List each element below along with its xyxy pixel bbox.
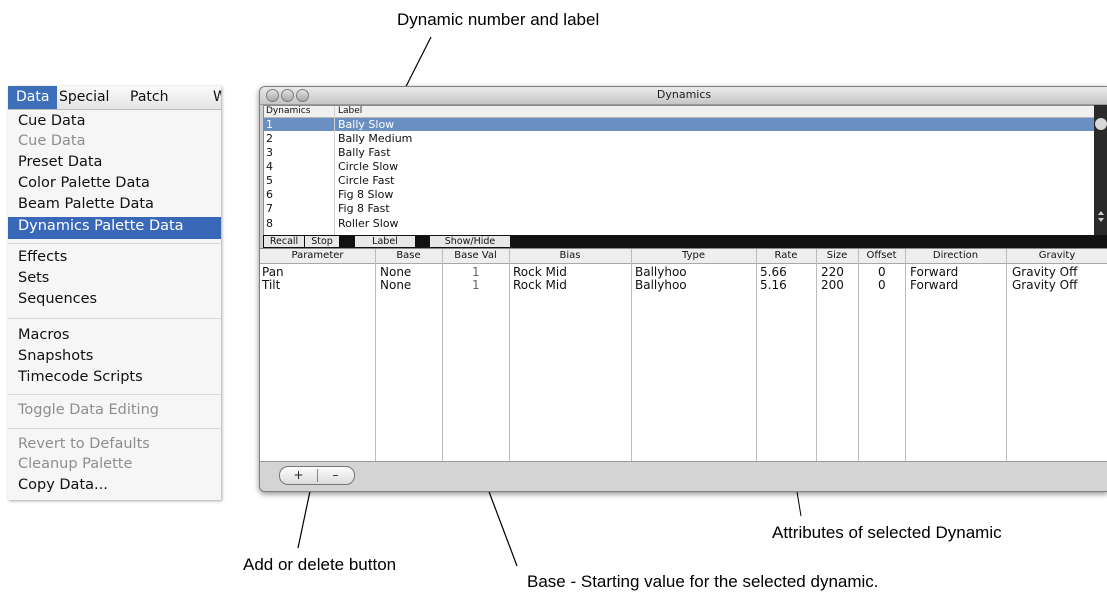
dynamic-row[interactable]: 2 Bally Medium [264, 132, 1095, 145]
col-header-base[interactable]: Base [375, 249, 442, 264]
cell-base: None [380, 278, 412, 292]
dynamic-label: Fig 8 Fast [338, 202, 390, 215]
cell-base-val: 1 [472, 278, 480, 292]
menu-item-sets[interactable]: Sets [18, 270, 49, 286]
cell-direction: Forward [910, 278, 959, 292]
cell-offset: 0 [878, 278, 886, 292]
dynamic-number: 8 [266, 217, 273, 230]
dynamic-number: 2 [266, 132, 273, 145]
menu-item-dynamics-palette-data[interactable]: Dynamics Palette Data [18, 218, 184, 234]
dynamic-number: 5 [266, 174, 273, 187]
menubar-patch[interactable]: Patch [130, 89, 168, 105]
show-hide-button[interactable]: Show/Hide [430, 236, 510, 247]
scroll-thumb[interactable] [1095, 118, 1107, 130]
dynamic-number: 7 [266, 202, 273, 215]
add-delete-segmented-control: + – [279, 466, 355, 485]
dynamic-label: Fig 8 Slow [338, 188, 394, 201]
dynamic-number: 3 [266, 146, 273, 159]
col-header-type[interactable]: Type [631, 249, 756, 264]
menu-item-timecode-scripts[interactable]: Timecode Scripts [18, 369, 143, 385]
col-header-rate[interactable]: Rate [756, 249, 816, 264]
label-button[interactable]: Label [355, 236, 415, 247]
col-header-gravity[interactable]: Gravity [1006, 249, 1107, 264]
col-header-direction[interactable]: Direction [905, 249, 1006, 264]
col-header-label[interactable]: Label [338, 106, 362, 117]
cell-gravity: Gravity Off [1012, 278, 1078, 292]
dynamic-label: Roller Slow [338, 217, 399, 230]
cell-bias: Rock Mid [513, 278, 567, 292]
menu-item-revert-to-defaults: Revert to Defaults [18, 436, 150, 452]
menu-item-copy-data[interactable]: Copy Data... [18, 477, 108, 493]
menu-item-beam-palette-data[interactable]: Beam Palette Data [18, 196, 154, 212]
dynamic-row[interactable]: 3 Bally Fast [264, 146, 1095, 159]
menubar-w[interactable]: W [213, 89, 221, 105]
menu-item-cue-data-disabled: Cue Data [18, 133, 86, 149]
menu-item-color-palette-data[interactable]: Color Palette Data [18, 175, 150, 191]
add-button[interactable]: + [280, 467, 317, 484]
window-bottom-bar: + – [260, 461, 1107, 491]
col-header-parameter[interactable]: Parameter [260, 249, 375, 264]
menu-item-snapshots[interactable]: Snapshots [18, 348, 93, 364]
menubar-special[interactable]: Special [59, 89, 109, 105]
dynamics-window: Dynamics Dynamics Label 1 Bally Slow 2 B… [259, 86, 1107, 492]
menu-separator [8, 318, 221, 319]
col-header-dynamics[interactable]: Dynamics [266, 106, 310, 117]
menu-separator [8, 428, 221, 429]
col-header-bias[interactable]: Bias [509, 249, 631, 264]
attributes-table: Parameter Base Base Val Bias Type Rate S… [260, 248, 1107, 462]
menubar-data[interactable]: Data [8, 86, 58, 109]
dynamic-row[interactable]: 8 Roller Slow [264, 217, 1095, 230]
cell-rate: 5.16 [760, 278, 787, 292]
menubar: Data Special Patch W [8, 86, 221, 110]
menu-item-preset-data[interactable]: Preset Data [18, 154, 102, 170]
cell-type: Ballyhoo [635, 278, 687, 292]
window-titlebar[interactable]: Dynamics [260, 87, 1107, 105]
dynamic-label: Bally Fast [338, 146, 391, 159]
dynamic-label: Circle Fast [338, 174, 395, 187]
dynamic-label: Bally Medium [338, 132, 413, 145]
stop-button[interactable]: Stop [305, 236, 339, 247]
menu-separator [8, 243, 221, 244]
dynamic-row[interactable]: 7 Fig 8 Fast [264, 202, 1095, 215]
cell-size: 200 [821, 278, 844, 292]
menu-item-cleanup-palette: Cleanup Palette [18, 456, 133, 472]
col-header-offset[interactable]: Offset [858, 249, 905, 264]
menu-separator [8, 394, 221, 395]
data-menu: Data Special Patch W Cue Data Cue Data P… [8, 86, 221, 500]
dynamic-row[interactable]: 6 Fig 8 Slow [264, 188, 1095, 201]
col-header-base-val[interactable]: Base Val [442, 249, 509, 264]
dynamics-list: Dynamics Label 1 Bally Slow 2 Bally Medi… [263, 105, 1096, 237]
dynamic-number: 6 [266, 188, 273, 201]
menu-item-effects[interactable]: Effects [18, 249, 67, 265]
menu-item-macros[interactable]: Macros [18, 327, 69, 343]
dynamic-label: Circle Slow [338, 160, 399, 173]
menu-item-sequences[interactable]: Sequences [18, 291, 97, 307]
menu-item-cue-data[interactable]: Cue Data [18, 113, 85, 129]
delete-button[interactable]: – [317, 467, 354, 484]
dynamics-button-bar: Recall Stop Label Show/Hide [263, 235, 1107, 248]
window-title: Dynamics [656, 88, 712, 101]
dynamic-row-selected[interactable]: 1 Bally Slow [264, 118, 1095, 131]
dynamic-number: 1 [266, 118, 273, 131]
dynamic-row[interactable]: 5 Circle Fast [264, 174, 1095, 187]
recall-button[interactable]: Recall [264, 236, 304, 247]
dynamic-row[interactable]: 4 Circle Slow [264, 160, 1095, 173]
col-header-size[interactable]: Size [816, 249, 858, 264]
cell-parameter: Tilt [262, 278, 281, 292]
menu-item-toggle-data-editing: Toggle Data Editing [18, 402, 159, 418]
dynamic-number: 4 [266, 160, 273, 173]
dynamic-label: Bally Slow [338, 118, 395, 131]
